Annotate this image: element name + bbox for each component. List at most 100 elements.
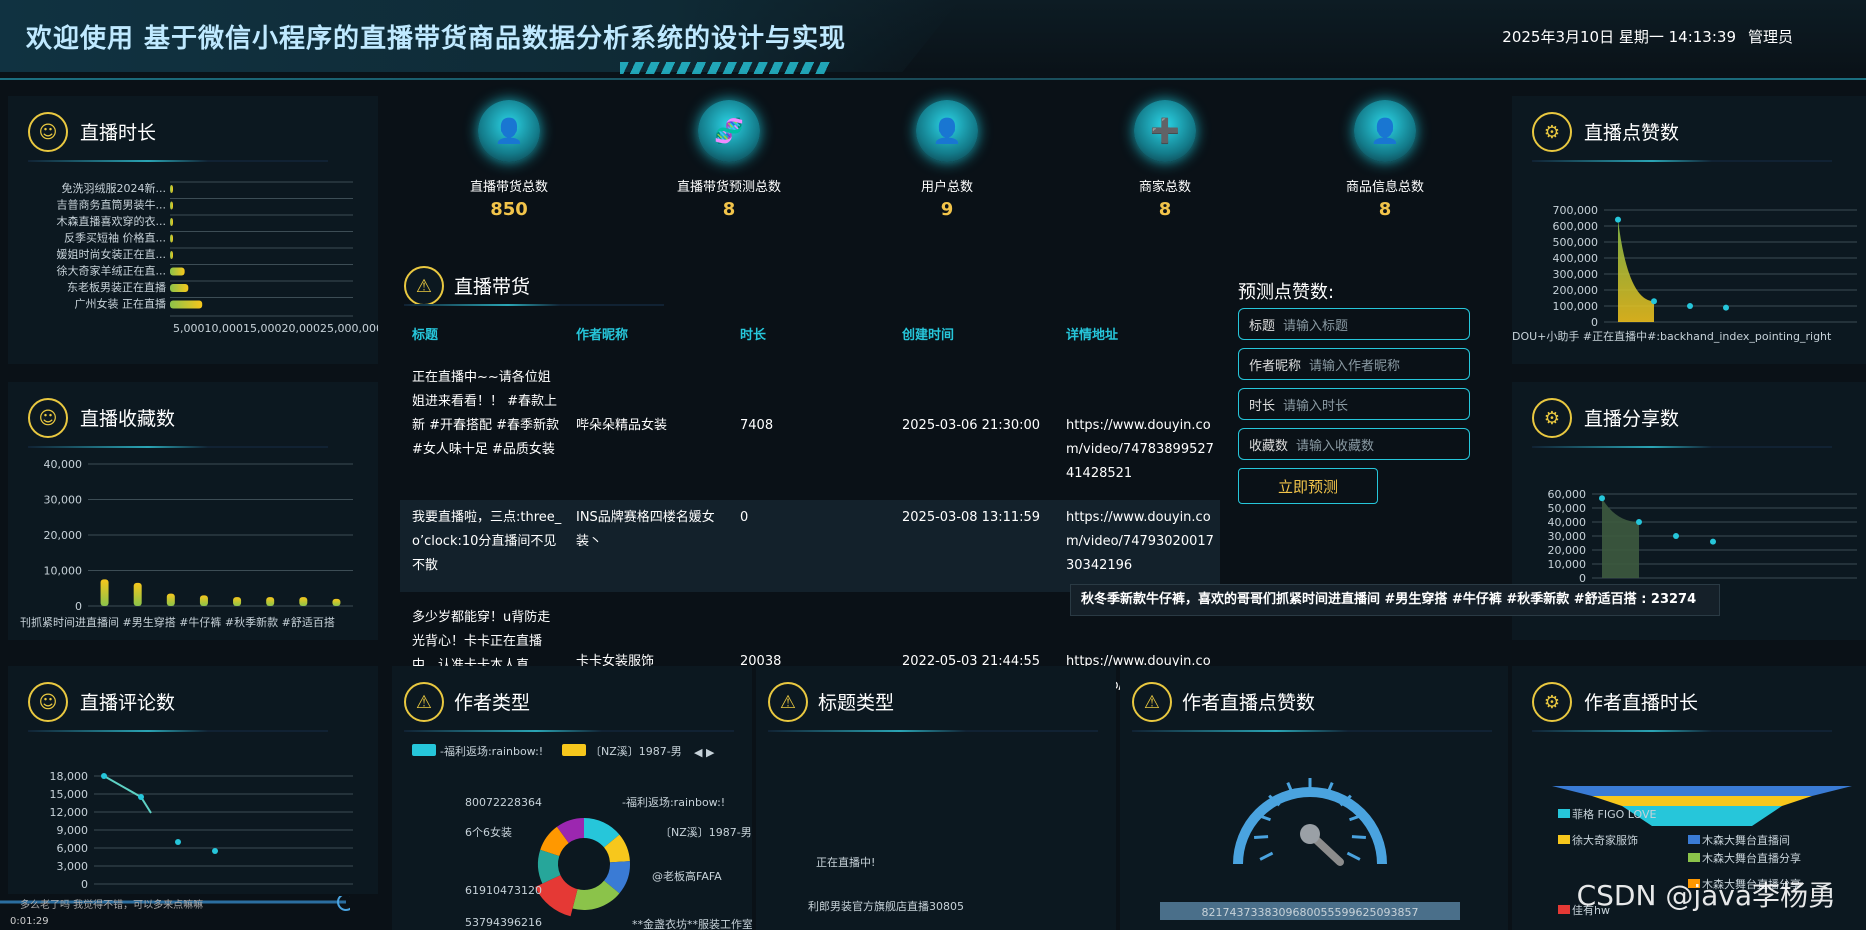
category-label: 徐大奇家羊绒正在直... <box>57 264 167 278</box>
y-tick-label: 600,000 <box>1553 220 1599 233</box>
user-icon: 👤 <box>916 100 978 162</box>
field-label: 作者昵称 <box>1249 358 1302 374</box>
author-type-chart[interactable]: -福利返场:rainbow:! 〔NZ溪〕1987-男 ◀ ▶ 80072228364… <box>392 666 752 930</box>
table-cell: 我要直播啦，三点:three_o’clock:10分直播间不见不散 <box>412 510 562 573</box>
user-add-icon: 👤 <box>1354 100 1416 162</box>
slice-label: 80072228364 <box>465 796 542 809</box>
y-tick-label: 10,000 <box>1548 558 1587 571</box>
data-point <box>1723 304 1729 311</box>
prediction-field[interactable]: 标题 请输入标题 <box>1238 308 1470 340</box>
category-label: 媛姐时尚女装正在直... <box>57 247 167 261</box>
stat-value: 850 <box>490 199 528 220</box>
table-cell: https://www.douyin.com/video/74783899527… <box>1066 418 1214 481</box>
bar <box>199 595 208 606</box>
bar <box>133 582 142 606</box>
table-cell: 多少岁都能穿！u背防走光背心！卡卡正在直播中，认准卡卡本人直 <box>412 610 551 670</box>
slice-label: 6个6女装 <box>465 825 512 839</box>
field-placeholder[interactable]: 请输入收藏数 <box>1296 435 1374 454</box>
funnel-segment <box>1592 796 1812 806</box>
y-tick-label: 12,000 <box>50 806 89 819</box>
y-tick-label: 9,000 <box>57 824 89 837</box>
category-label: 东老板男装正在直播 <box>67 280 166 294</box>
funnel-segment <box>1552 786 1852 796</box>
table-header: 作者昵称 <box>576 328 629 343</box>
field-placeholder[interactable]: 请输入标题 <box>1283 315 1348 334</box>
field-placeholder[interactable]: 请输入作者昵称 <box>1309 355 1400 374</box>
duration-chart[interactable]: 免洗羽绒服2024新... 吉普商务直筒男装牛... 木森直播喜欢穿的衣... 反季买… <box>8 96 379 364</box>
data-point <box>1673 533 1679 539</box>
panel-underline <box>404 304 664 306</box>
stat-value: 8 <box>1158 199 1172 220</box>
title-type-wordcloud[interactable]: 正在直播中! 利郎男装官方旗舰店直播30805 <box>756 666 1116 930</box>
y-tick-label: 400,000 <box>1553 252 1599 265</box>
stat-label: 直播带货总数 <box>469 180 548 195</box>
header-decoration <box>620 62 830 74</box>
bar <box>170 300 203 309</box>
favorites-chart[interactable]: 0 10,000 20,000 30,000 40,000 刊抓紧时间进直播间 #男生穿搭… <box>8 382 378 640</box>
field-placeholder[interactable]: 请输入时长 <box>1283 395 1348 414</box>
data-point <box>1651 298 1657 305</box>
legend-label: 徐大奇家服饰 <box>1572 833 1638 847</box>
medkit-icon: ➕ <box>1134 100 1196 162</box>
bar <box>170 234 173 243</box>
predict-button[interactable]: 立即预测 <box>1238 468 1378 504</box>
header-user[interactable]: 管理员 <box>1748 26 1866 47</box>
video-caption: 多么老了吗 我觉得不错，可以多来点嘛嘛 <box>20 900 204 911</box>
slice-label: -福利返场:rainbow:! <box>622 795 725 809</box>
x-axis-label: DOU+小助手 #正在直播中#:backhand_index_pointing_… <box>1512 329 1832 343</box>
panel-favorites: ☺ 直播收藏数 0 10,000 20,000 30,000 40,000 刊抓紧时间进直… <box>8 382 378 640</box>
category-label: 反季买短袖 价格直... <box>64 231 166 245</box>
y-tick-label: 30,000 <box>44 494 83 507</box>
y-tick-label: 20,000 <box>1548 544 1587 557</box>
data-point <box>175 839 181 845</box>
data-point <box>1636 519 1642 525</box>
gauge-center <box>1300 824 1320 844</box>
prediction-field[interactable]: 时长 请输入时长 <box>1238 388 1470 420</box>
stat-card: 👤 用户总数 9 <box>872 100 1022 220</box>
slice-label: 61910473120 <box>465 884 542 897</box>
stat-label: 商品信息总数 <box>1345 180 1424 195</box>
prediction-field[interactable]: 作者昵称 请输入作者昵称 <box>1238 348 1470 380</box>
gauge-tick <box>1259 851 1274 861</box>
y-tick-label: 18,000 <box>50 770 89 783</box>
x-tick-label: 5,00010,00015,00020,00025,000,000 <box>173 322 378 335</box>
y-tick-label: 30,000 <box>1548 530 1587 543</box>
watermark: CSDN @java李杨勇 <box>1576 879 1836 912</box>
prediction-field[interactable]: 收藏数 请输入收藏数 <box>1238 428 1470 460</box>
legend-label: -福利返场:rainbow:! <box>440 744 543 758</box>
y-tick-label: 3,000 <box>57 860 89 873</box>
stat-value: 8 <box>1378 199 1392 220</box>
bar <box>100 579 109 606</box>
chart-tooltip: 秋冬季新款牛仔裤，喜欢的哥哥们抓紧时间进直播间 #男生穿搭 #牛仔裤 #秋季新款… <box>1070 584 1720 616</box>
stat-label: 用户总数 <box>920 180 973 195</box>
panel-title: 直播带货 <box>454 276 531 298</box>
prediction-title: 预测点赞数: <box>1238 282 1335 303</box>
category-label: 免洗羽绒服2024新... <box>62 181 166 195</box>
panel-author-type: ⚠ 作者类型 -福利返场:rainbow:! 〔NZ溪〕1987-男 ◀ ▶ 8007… <box>392 666 752 930</box>
legend-swatch <box>412 744 436 756</box>
table-header: 创建时间 <box>902 328 955 343</box>
y-tick-label: 15,000 <box>50 788 89 801</box>
legend-pager-icon: ◀ ▶ <box>694 746 715 759</box>
table-cell: 正在直播中~~请各位姐姐进来看看！！ #春款上新 #开春搭配 #春季新款 #女人… <box>412 370 560 457</box>
comments-chart[interactable]: 0 3,000 6,000 9,000 12,000 15,000 18,000 <box>8 666 378 894</box>
panel-title-type: ⚠ 标题类型 正在直播中! 利郎男装官方旗舰店直播30805 <box>756 666 1116 930</box>
author-likes-gauge[interactable]: 8217437338309680055599625093857 <box>1120 666 1508 930</box>
header-divider <box>0 78 1866 80</box>
slice-label: 〔NZ溪〕1987-男装 <box>660 826 752 839</box>
x-axis-label: 刊抓紧时间进直播间 #男生穿搭 #牛仔裤 #秋季新款 #舒适百搭 <box>20 615 335 629</box>
table-cell: https://www.douyin.com/video/74793020017… <box>1066 510 1214 573</box>
word-label: 正在直播中! <box>816 855 875 869</box>
stat-card: 👤 直播带货总数 850 <box>434 100 584 220</box>
data-point <box>138 794 144 800</box>
word-label: 利郎男装官方旗舰店直播30805 <box>808 899 964 913</box>
stat-value: 8 <box>722 199 736 220</box>
table-cell: 7408 <box>740 418 774 433</box>
likes-chart[interactable]: 0 100,000 200,000 300,000 400,000 500,000 600,… <box>1512 96 1866 364</box>
alarm-icon: ⚠ <box>404 266 444 306</box>
table-cell: 0 <box>740 510 749 525</box>
category-label: 广州女装 正在直播 <box>75 297 167 311</box>
stat-label: 商家总数 <box>1138 180 1191 195</box>
y-tick-label: 0 <box>75 600 82 613</box>
legend-swatch <box>1558 809 1570 818</box>
